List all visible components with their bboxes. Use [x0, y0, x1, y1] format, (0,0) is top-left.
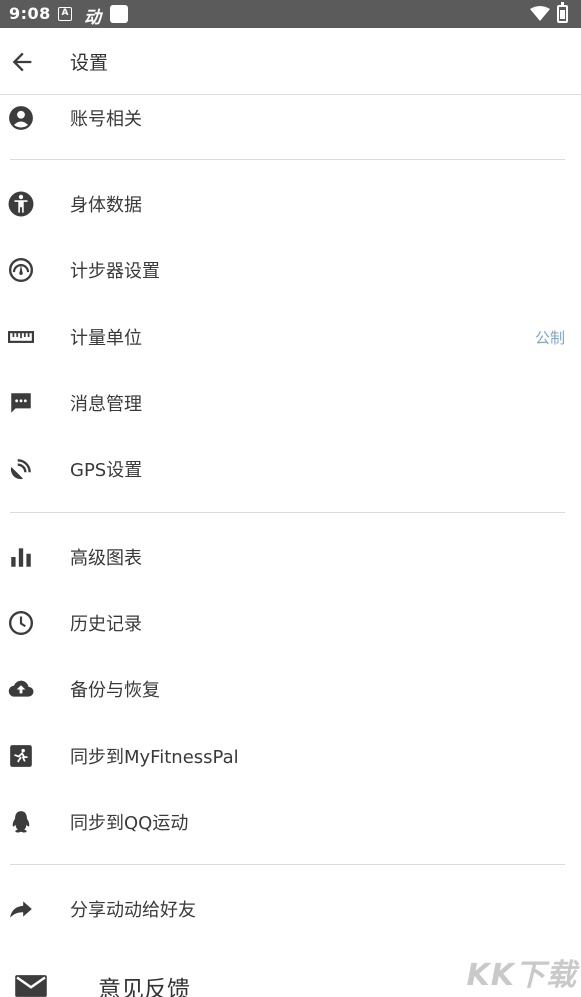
page-title: 设置: [70, 52, 109, 74]
divider: [10, 159, 565, 160]
pedometer-gauge-icon: [8, 257, 34, 283]
units-value: 公制: [534, 329, 565, 347]
settings-item-backup[interactable]: 备份与恢复: [0, 663, 581, 713]
watermark: KK下载: [466, 958, 577, 993]
divider: [10, 512, 565, 513]
ruler-icon: [8, 331, 34, 343]
person-icon: [8, 191, 34, 217]
settings-item-label: 高级图表: [70, 548, 142, 569]
wifi-icon: [530, 6, 550, 21]
mail-icon: [15, 975, 47, 997]
cloud-upload-icon: [8, 680, 34, 697]
battery-icon: [557, 2, 568, 23]
divider: [10, 864, 565, 865]
notification-app-icon: 动: [84, 8, 101, 28]
settings-item-label: 同步到QQ运动: [70, 813, 189, 834]
settings-item-label: GPS设置: [70, 460, 143, 481]
app-bar: 设置: [0, 28, 581, 95]
settings-item-body-data[interactable]: 身体数据: [0, 178, 581, 228]
settings-item-qq[interactable]: 同步到QQ运动: [0, 796, 581, 846]
satellite-icon: [10, 459, 31, 480]
settings-item-label: 意见反馈: [98, 977, 190, 997]
settings-item-pedometer[interactable]: 计步器设置: [0, 244, 581, 294]
settings-item-label: 分享动动给好友: [70, 900, 196, 921]
qq-penguin-icon: [12, 811, 30, 833]
message-icon: [11, 393, 31, 413]
settings-item-gps[interactable]: GPS设置: [0, 443, 581, 493]
settings-item-history[interactable]: 历史记录: [0, 597, 581, 647]
clock-icon: [8, 610, 34, 636]
settings-item-label: 历史记录: [70, 614, 142, 635]
status-bar: 9:08 A 动: [0, 0, 581, 28]
settings-item-charts[interactable]: 高级图表: [0, 531, 581, 581]
settings-item-label: 备份与恢复: [70, 680, 160, 701]
settings-item-myfitnesspal[interactable]: 同步到MyFitnessPal: [0, 730, 581, 780]
settings-item-account[interactable]: 账号相关: [0, 92, 581, 142]
settings-item-label: 计量单位: [70, 328, 142, 349]
settings-item-share[interactable]: 分享动动给好友: [0, 883, 581, 933]
myfitnesspal-icon: [10, 745, 32, 767]
settings-item-units[interactable]: 计量单位 公制: [0, 311, 581, 361]
settings-item-label: 计步器设置: [70, 261, 160, 282]
notification-square-icon: [110, 5, 128, 23]
settings-item-label: 同步到MyFitnessPal: [70, 747, 239, 768]
bar-chart-icon: [11, 548, 31, 567]
status-time: 9:08: [9, 4, 51, 23]
notification-a-icon: A: [58, 7, 72, 21]
settings-item-label: 消息管理: [70, 394, 142, 415]
account-circle-icon: [9, 106, 33, 130]
settings-item-label: 账号相关: [70, 109, 142, 130]
share-arrow-icon: [10, 901, 32, 918]
back-arrow-icon[interactable]: [8, 48, 36, 76]
settings-item-messages[interactable]: 消息管理: [0, 377, 581, 427]
settings-item-label: 身体数据: [70, 195, 142, 216]
